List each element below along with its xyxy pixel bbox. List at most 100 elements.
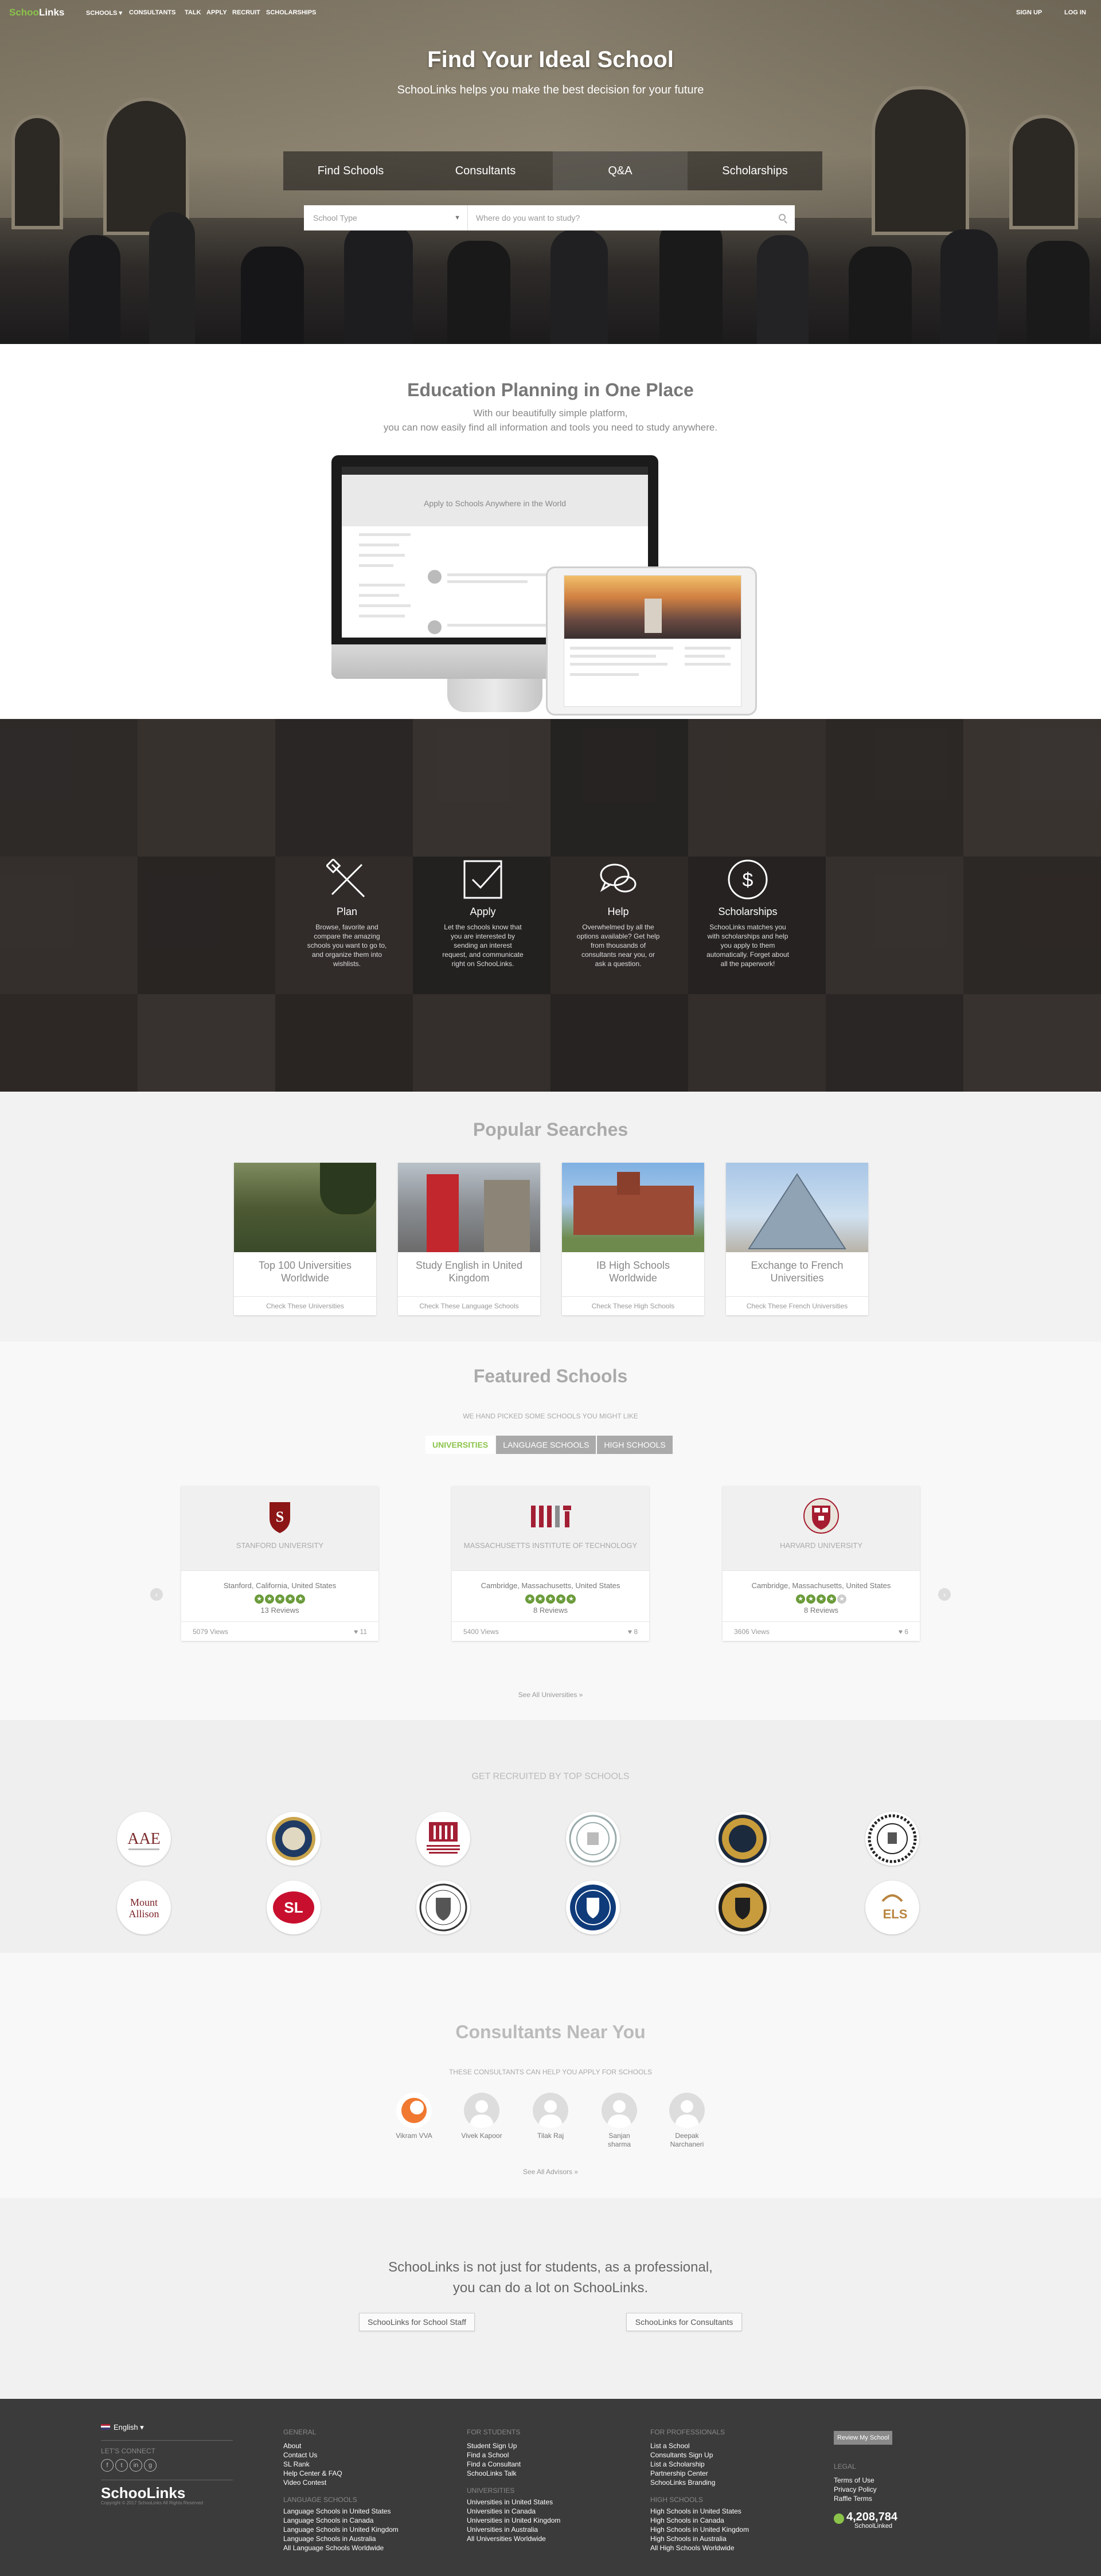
nav-schools[interactable]: SCHOOLS ▾: [86, 9, 122, 17]
footer-link[interactable]: Universities in Canada: [467, 2507, 560, 2516]
consultant-card[interactable]: Vivek Kapoor: [459, 2093, 505, 2140]
footer-link[interactable]: Terms of Use: [834, 2476, 897, 2485]
nav-consultants[interactable]: CONSULTANTS: [129, 9, 175, 16]
footer-link[interactable]: About: [283, 2441, 399, 2450]
footer-link[interactable]: Video Contest: [283, 2478, 399, 2487]
footer-link[interactable]: SchooLinks Branding: [650, 2478, 749, 2487]
footer-link[interactable]: Partnership Center: [650, 2469, 749, 2478]
footer-link[interactable]: List a Scholarship: [650, 2460, 749, 2469]
log-in-link[interactable]: LOG IN: [1064, 9, 1086, 16]
school-logo[interactable]: Mount Allison: [117, 1881, 171, 1934]
school-logo[interactable]: ELS: [865, 1881, 919, 1934]
footer-link[interactable]: Consultants Sign Up: [650, 2450, 749, 2460]
consultant-card[interactable]: Tilak Raj: [528, 2093, 573, 2140]
footer-link[interactable]: High Schools in Australia: [650, 2534, 749, 2543]
footer-link[interactable]: Language Schools in Canada: [283, 2516, 399, 2525]
school-logo[interactable]: [416, 1812, 470, 1866]
sign-up-link[interactable]: SIGN UP: [1016, 9, 1042, 16]
footer-link[interactable]: SchooLinks Talk: [467, 2469, 560, 2478]
footer-link[interactable]: All High Schools Worldwide: [650, 2543, 749, 2552]
school-card[interactable]: MASSACHUSETTS INSTITUTE OF TECHNOLOGY Ca…: [452, 1486, 649, 1641]
footer-link[interactable]: High Schools in United Kingdom: [650, 2525, 749, 2534]
footer-link[interactable]: High Schools in United States: [650, 2507, 749, 2516]
footer-link[interactable]: Student Sign Up: [467, 2441, 560, 2450]
consultant-card[interactable]: Deepak Narchaneri: [664, 2093, 710, 2149]
featured-schools-section: Featured Schools WE HAND PICKED SOME SCH…: [0, 1342, 1101, 1720]
school-logo[interactable]: [865, 1812, 919, 1866]
nav-scholarships[interactable]: SCHOLARSHIPS: [266, 9, 316, 16]
footer-link[interactable]: Language Schools in United Kingdom: [283, 2525, 399, 2534]
nav-talk[interactable]: TALK: [185, 9, 201, 16]
review-my-school-button[interactable]: Review My School: [834, 2431, 893, 2445]
search-icon[interactable]: [779, 214, 786, 221]
footer-link[interactable]: Language Schools in Australia: [283, 2534, 399, 2543]
footer-link[interactable]: Raffle Terms: [834, 2494, 897, 2503]
tab-universities[interactable]: UNIVERSITIES: [425, 1436, 495, 1454]
tab-language-schools[interactable]: LANGUAGE SCHOOLS: [496, 1436, 596, 1454]
footer-link[interactable]: Universities in United States: [467, 2497, 560, 2507]
school-card[interactable]: S STANFORD UNIVERSITY Stanford, Californ…: [181, 1486, 378, 1641]
where-to-study-input[interactable]: Where do you want to study?: [468, 205, 795, 230]
facebook-icon[interactable]: f: [101, 2459, 114, 2472]
site-logo[interactable]: SchooLinks: [9, 7, 64, 18]
googleplus-icon[interactable]: g: [144, 2459, 157, 2472]
nav-apply[interactable]: APPLY: [206, 9, 227, 16]
popular-card[interactable]: Study English in United Kingdom Check Th…: [398, 1163, 540, 1315]
reviews-link[interactable]: 13 Reviews: [181, 1606, 378, 1615]
tab-high-schools[interactable]: HIGH SCHOOLS: [597, 1436, 673, 1454]
footer-link[interactable]: SL Rank: [283, 2460, 399, 2469]
footer-link[interactable]: Help Center & FAQ: [283, 2469, 399, 2478]
graduate-figure: [149, 212, 195, 344]
footer-link[interactable]: Find a School: [467, 2450, 560, 2460]
popular-card[interactable]: Top 100 Universities Worldwide Check The…: [234, 1163, 376, 1315]
popular-card-link[interactable]: Check These Universities: [234, 1296, 376, 1315]
footer-link[interactable]: Contact Us: [283, 2450, 399, 2460]
tab-qa[interactable]: Q&A: [553, 151, 688, 190]
footer-link[interactable]: Privacy Policy: [834, 2485, 897, 2494]
popular-card-link[interactable]: Check These Language Schools: [398, 1296, 540, 1315]
school-logo[interactable]: AAE: [117, 1812, 171, 1866]
popular-card-link[interactable]: Check These French Universities: [726, 1296, 868, 1315]
school-logo[interactable]: [716, 1881, 770, 1934]
school-logo[interactable]: [566, 1812, 620, 1866]
carousel-next-button[interactable]: ›: [938, 1588, 951, 1601]
language-select[interactable]: English ▾: [101, 2423, 233, 2432]
footer-link[interactable]: All Language Schools Worldwide: [283, 2543, 399, 2552]
reviews-link[interactable]: 8 Reviews: [723, 1606, 920, 1615]
footer-link[interactable]: List a School: [650, 2441, 749, 2450]
popular-card[interactable]: Exchange to French Universities Check Th…: [726, 1163, 868, 1315]
footer-link[interactable]: Universities in United Kingdom: [467, 2516, 560, 2525]
likes-count: ♥ 6: [898, 1628, 908, 1636]
school-logo[interactable]: [716, 1812, 770, 1866]
footer-left: English ▾ LET'S CONNECT f t in g SchooLinks…: [101, 2423, 233, 2508]
popular-title: Popular Searches: [473, 1119, 628, 1140]
school-card[interactable]: HARVARD UNIVERSITY Cambridge, Massachuse…: [723, 1486, 920, 1641]
school-logo[interactable]: SL: [267, 1881, 321, 1934]
tab-consultants[interactable]: Consultants: [418, 151, 553, 190]
twitter-icon[interactable]: t: [115, 2459, 128, 2472]
consultants-button[interactable]: SchooLinks for Consultants: [626, 2313, 742, 2331]
footer-link[interactable]: High Schools in Canada: [650, 2516, 749, 2525]
school-staff-button[interactable]: SchooLinks for School Staff: [359, 2313, 475, 2331]
consultant-card[interactable]: Vikram VVA: [391, 2093, 437, 2140]
footer-link[interactable]: Language Schools in United States: [283, 2507, 399, 2516]
footer-link[interactable]: All Universities Worldwide: [467, 2534, 560, 2543]
tab-find-schools[interactable]: Find Schools: [283, 151, 418, 190]
popular-card-link[interactable]: Check These High Schools: [562, 1296, 704, 1315]
linkedin-icon[interactable]: in: [130, 2459, 142, 2472]
footer-link[interactable]: Universities in Australia: [467, 2525, 560, 2534]
consultant-card[interactable]: Sanjan sharma: [596, 2093, 642, 2149]
reviews-link[interactable]: 8 Reviews: [452, 1606, 649, 1615]
carousel-prev-button[interactable]: ‹: [150, 1588, 163, 1601]
school-logo[interactable]: [267, 1812, 321, 1866]
footer-link[interactable]: Find a Consultant: [467, 2460, 560, 2469]
school-logo[interactable]: [416, 1881, 470, 1934]
popular-card[interactable]: IB High Schools Worldwide Check These Hi…: [562, 1163, 704, 1315]
school-type-select[interactable]: School Type ▼: [304, 205, 468, 230]
see-all-universities-link[interactable]: See All Universities »: [0, 1688, 1101, 1702]
tab-scholarships[interactable]: Scholarships: [688, 151, 822, 190]
school-logo[interactable]: [566, 1881, 620, 1934]
see-all-advisors-link[interactable]: See All Advisors »: [0, 2165, 1101, 2179]
nav-recruit[interactable]: RECRUIT: [232, 9, 260, 16]
dollar-icon: $: [727, 859, 768, 900]
